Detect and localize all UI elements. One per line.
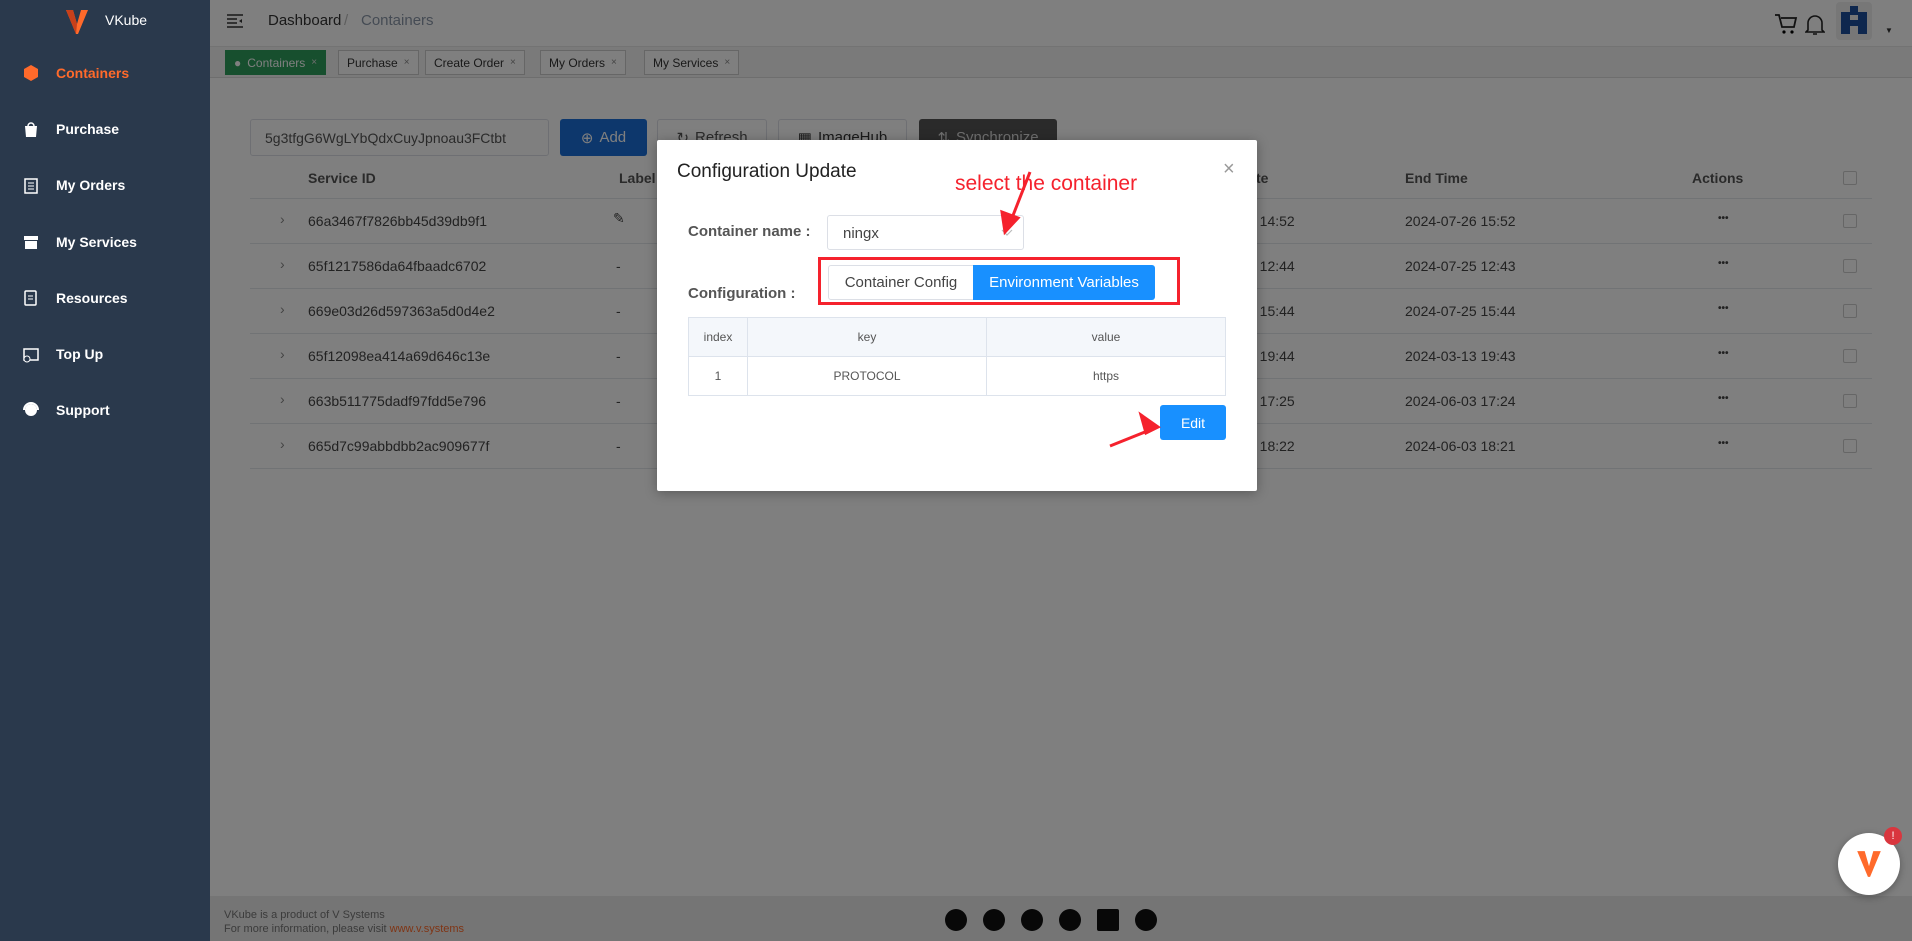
annotation-text: select the container xyxy=(955,172,1138,195)
env-row: 1 PROTOCOL https xyxy=(688,356,1226,396)
env-col-index: index xyxy=(688,317,748,357)
container-name-label: Container name : xyxy=(688,223,811,240)
sidebar-item-resources[interactable]: Resources xyxy=(0,278,210,318)
headset-icon xyxy=(23,402,39,417)
sidebar-item-label: My Orders xyxy=(56,177,126,194)
cube-icon xyxy=(24,65,38,81)
configuration-label: Configuration : xyxy=(688,285,796,302)
vkube-logo xyxy=(66,10,88,34)
configuration-update-dialog: Configuration Update × Container name : … xyxy=(657,140,1257,491)
brand-name: VKube xyxy=(105,12,148,28)
env-col-key: key xyxy=(747,317,987,357)
wallet-icon xyxy=(23,348,39,363)
sidebar: VKube Containers Purchase My Orders My Serv… xyxy=(0,0,210,941)
sidebar-item-label: My Services xyxy=(56,233,137,250)
vkube-logo-icon xyxy=(1857,851,1881,877)
store-icon xyxy=(24,235,38,249)
env-value: https xyxy=(986,356,1226,396)
sidebar-item-label: Support xyxy=(56,402,110,419)
edit-button[interactable]: Edit xyxy=(1160,405,1226,440)
sidebar-item-support[interactable]: Support xyxy=(0,390,210,430)
sidebar-item-purchase[interactable]: Purchase xyxy=(0,109,210,149)
notification-badge: ! xyxy=(1884,827,1902,845)
env-index: 1 xyxy=(688,356,748,396)
env-col-value: value xyxy=(986,317,1226,357)
container-name-value: ningx xyxy=(843,225,879,242)
sidebar-item-label: Top Up xyxy=(56,346,104,362)
bag-icon xyxy=(25,122,37,138)
sidebar-item-top-up[interactable]: Top Up xyxy=(0,334,210,374)
chevron-down-icon xyxy=(1001,229,1013,236)
vkube-assistant-button[interactable]: ! xyxy=(1838,827,1902,895)
sidebar-item-label: Purchase xyxy=(56,121,120,138)
env-variables-table: index key value 1 PROTOCOL https xyxy=(688,317,1226,396)
sidebar-item-my-orders[interactable]: My Orders xyxy=(0,165,210,205)
close-icon[interactable]: × xyxy=(1223,158,1235,181)
env-key: PROTOCOL xyxy=(747,356,987,396)
container-name-select[interactable]: ningx xyxy=(827,215,1024,250)
segment-environment-variables[interactable]: Environment Variables xyxy=(973,265,1155,300)
sidebar-item-label: Containers xyxy=(56,65,130,81)
document-icon xyxy=(24,290,37,306)
sidebar-item-my-services[interactable]: My Services xyxy=(0,222,210,262)
clipboard-icon xyxy=(24,178,38,195)
dialog-title: Configuration Update xyxy=(677,161,857,182)
segment-container-config[interactable]: Container Config xyxy=(828,265,974,300)
sidebar-item-containers[interactable]: Containers xyxy=(0,53,210,93)
sidebar-item-label: Resources xyxy=(56,289,128,306)
